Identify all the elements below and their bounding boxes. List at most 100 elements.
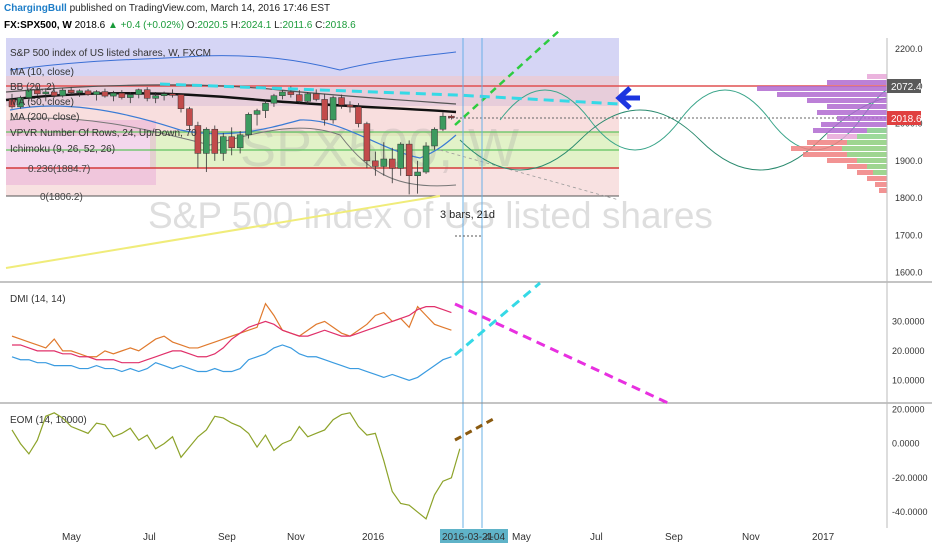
volume-profile-bar	[821, 122, 887, 127]
time-tick-label: Jul	[143, 532, 156, 543]
candle-body	[127, 94, 134, 98]
candle-body	[262, 102, 269, 111]
watermark-symbol: SPX500, W	[240, 118, 519, 178]
candle-body	[118, 92, 126, 98]
fib-label-0: 0(1806.2)	[40, 192, 83, 203]
dmi-series	[11, 302, 452, 381]
volume-profile-bar	[847, 152, 887, 157]
volume-profile-bar	[757, 86, 887, 91]
legend-ma200[interactable]: MA (200, close)	[10, 112, 79, 123]
candle-body	[296, 94, 303, 102]
legend-vpvr[interactable]: VPVR Number Of Rows, 24, Up/Down, 70	[10, 128, 197, 139]
volume-profile-bar	[827, 80, 887, 85]
volume-profile-bar	[873, 170, 887, 175]
price-tick-label: 2200.0	[895, 44, 923, 54]
time-tick-label: 4-04	[485, 532, 505, 543]
legend-ichimoku[interactable]: Ichimoku (9, 26, 52, 26)	[10, 144, 115, 155]
time-tick-label: Nov	[742, 532, 760, 543]
volume-profile-bar	[857, 134, 887, 139]
time-tick-label: May	[62, 532, 81, 543]
candle-body	[431, 128, 438, 147]
dmi-magenta-projection	[454, 302, 669, 405]
legend-bb[interactable]: BB (20, 2)	[10, 82, 55, 93]
volume-profile-bar	[857, 158, 887, 163]
candle-body	[186, 108, 193, 126]
candle-body	[160, 93, 168, 96]
legend-ma10[interactable]: MA (10, close)	[10, 67, 74, 78]
time-tick-label: 2016	[362, 532, 385, 543]
price-tick-label: 1800.0	[895, 193, 923, 203]
price-tick-label: 1700.0	[895, 230, 923, 240]
candle-body	[245, 114, 252, 136]
candle-body	[304, 93, 311, 102]
eom-line	[11, 412, 461, 520]
candle-body	[101, 91, 109, 97]
volume-profile-bar	[827, 104, 887, 109]
candle-body	[312, 93, 320, 100]
candle-body	[110, 92, 117, 97]
legend-title[interactable]: S&P 500 index of US listed shares, W, FX…	[10, 48, 211, 59]
bars-annotation: 3 bars, 21d	[440, 209, 495, 221]
candle-body	[67, 89, 75, 93]
volume-profile-bar	[867, 128, 887, 133]
time-tick-label: Sep	[665, 532, 683, 543]
price-badge-upper-text: 2072.4	[891, 82, 922, 93]
candle	[355, 103, 362, 128]
candle-body	[253, 110, 261, 115]
candle-body	[228, 136, 235, 149]
legend-ma50[interactable]: MA (50, close)	[10, 97, 74, 108]
candle-body	[321, 99, 328, 121]
dmi-tick-label: 20.0000	[892, 346, 925, 356]
candle-body	[177, 94, 185, 109]
volume-profile-bar	[867, 74, 887, 79]
candle-body	[287, 91, 295, 95]
dmi-line--DI	[11, 302, 452, 358]
price-tick-label: 1600.0	[895, 268, 923, 278]
candle-body	[397, 143, 404, 169]
candle-body	[236, 134, 244, 149]
time-tick-label: Jul	[590, 532, 603, 543]
candle-body	[59, 89, 66, 96]
dmi-title[interactable]: DMI (14, 14)	[10, 294, 66, 305]
candle-body	[93, 91, 100, 95]
time-axis[interactable]: May Jul Sep Nov 2016 2016-03-214-04 May Jul Sep N…	[62, 529, 835, 543]
candle-body	[76, 90, 83, 93]
eom-projection	[454, 415, 498, 442]
volume-profile-bar	[842, 146, 887, 151]
volume-profile-bar	[807, 98, 887, 103]
candle-body	[405, 143, 413, 177]
candle-body	[439, 115, 447, 130]
volume-profile-bar	[777, 92, 887, 97]
eom-title[interactable]: EOM (14, 10000)	[10, 415, 87, 426]
chart-canvas[interactable]: SPX500, W S&P 500 index of US listed sha…	[0, 0, 932, 550]
candle-body	[448, 115, 455, 118]
volume-profile-bar	[837, 116, 887, 121]
dmi-cyan-projection	[454, 281, 541, 357]
fib-label-0236: 0.236(1884.7)	[28, 164, 90, 175]
candle-body	[380, 158, 388, 167]
time-tick-label: Nov	[287, 532, 305, 543]
dmi-tick-label: 30.0000	[892, 316, 925, 326]
candle-body	[329, 97, 337, 121]
candle-body	[279, 91, 286, 96]
left-arrow-icon	[615, 86, 640, 110]
price-badge-upper: 2072.4	[887, 79, 922, 93]
candle	[329, 95, 337, 124]
dmi-line-+DI	[11, 344, 452, 381]
candle	[422, 142, 430, 174]
volume-profile-bar	[867, 176, 887, 181]
candle	[245, 112, 252, 139]
time-tick-label: 2017	[812, 532, 835, 543]
candle-body	[152, 95, 159, 99]
candle-body	[169, 93, 176, 96]
candle-body	[211, 128, 219, 154]
candle-body	[143, 89, 151, 99]
dmi-tick-label: 10.0000	[892, 375, 925, 385]
candle-body	[346, 104, 354, 108]
candle-body	[363, 123, 371, 162]
candle-body	[338, 97, 345, 106]
candle-body	[135, 89, 142, 95]
volume-profile-bar	[879, 188, 887, 193]
candle-body	[220, 136, 227, 154]
eom-tick-label: -20.0000	[892, 473, 928, 483]
